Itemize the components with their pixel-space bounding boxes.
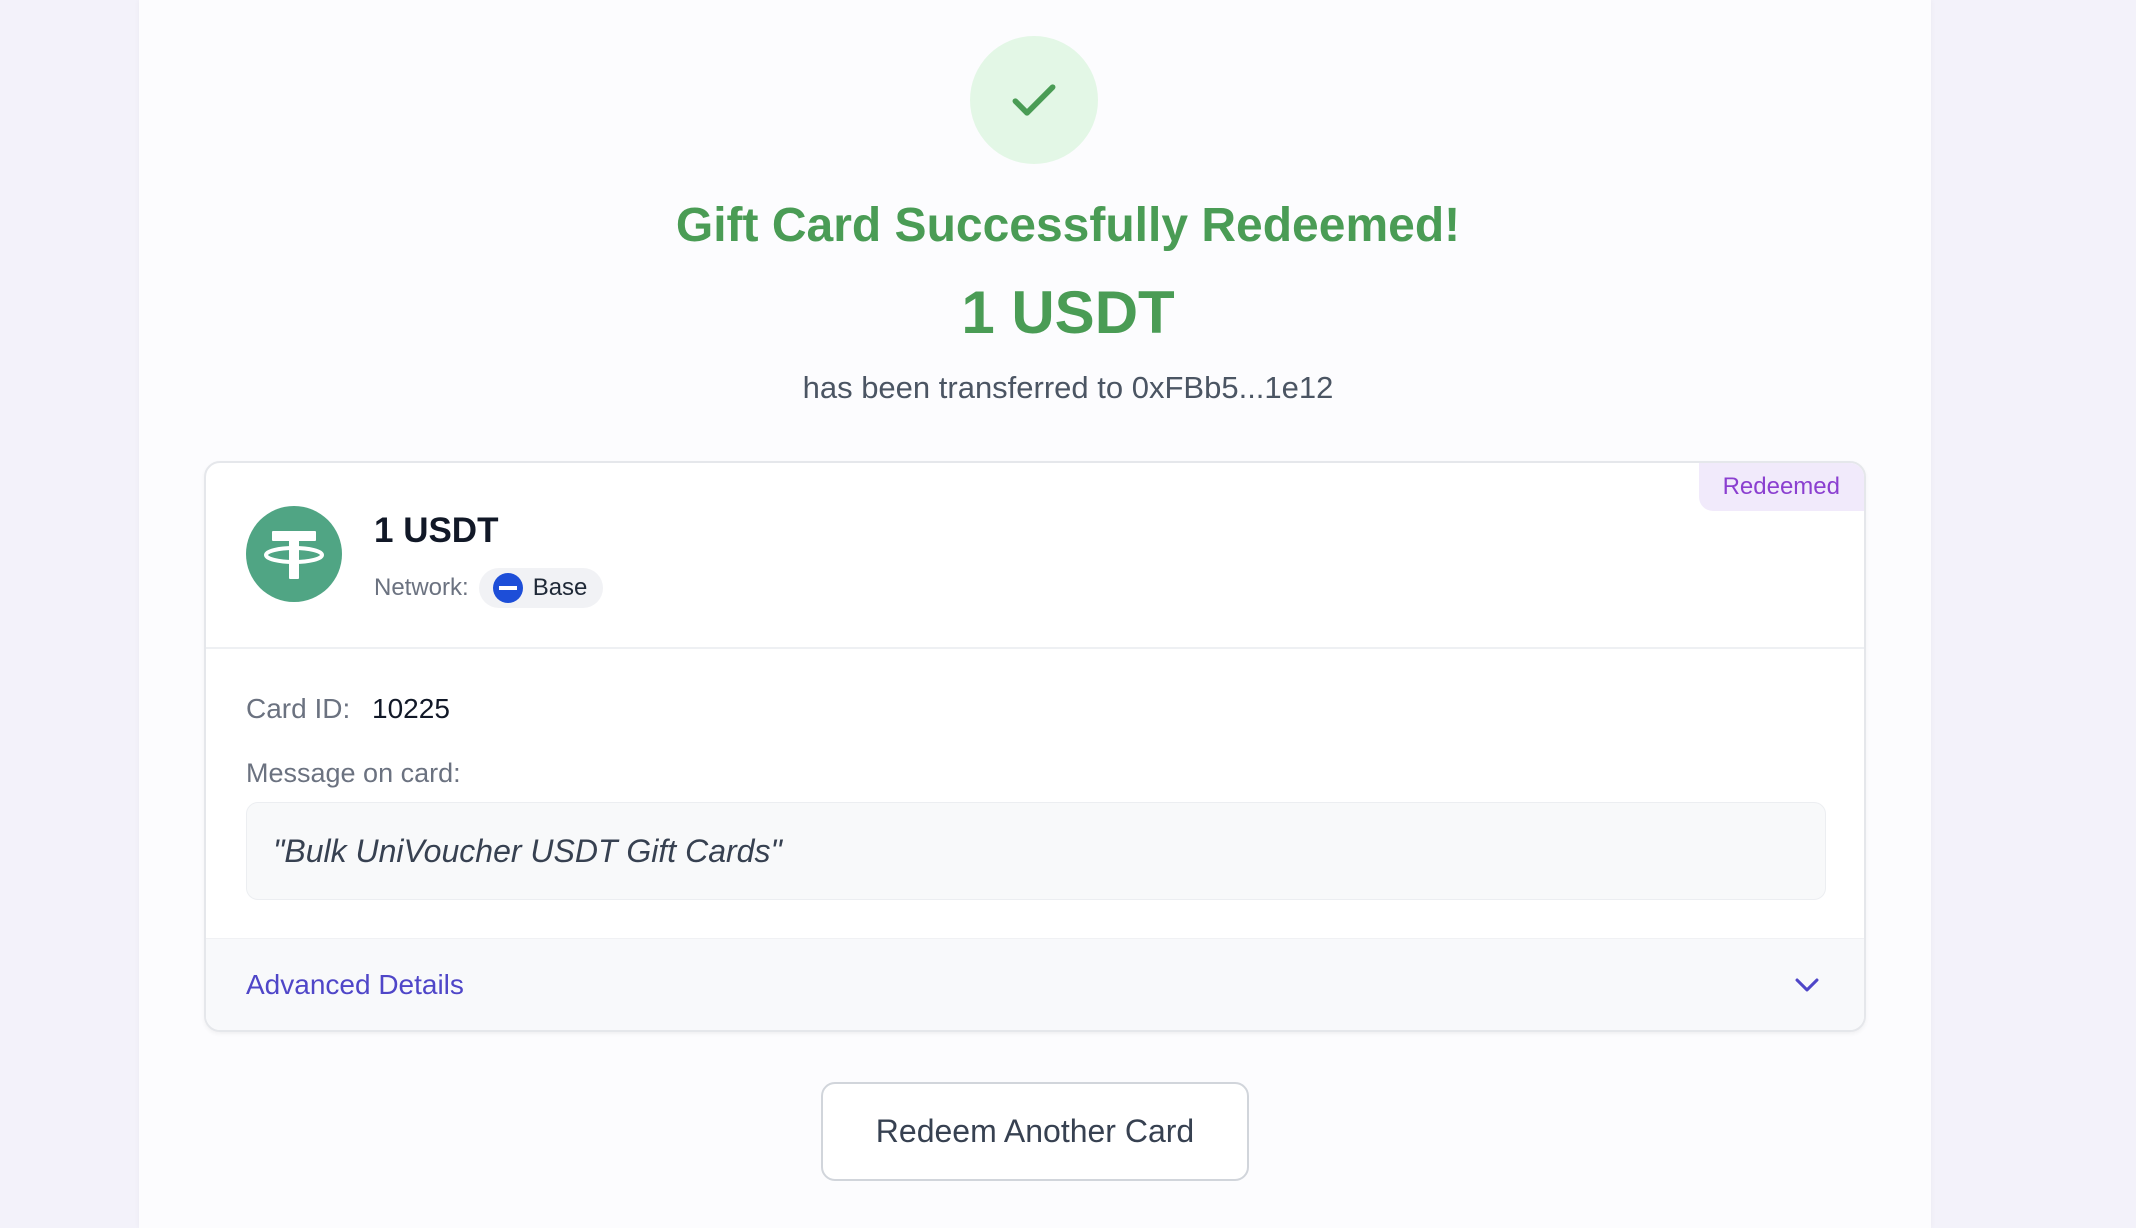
card-id-value: 10225 <box>372 693 450 724</box>
transfer-description: has been transferred to 0xFBb5...1e12 <box>802 370 1334 405</box>
success-title: Gift Card Successfully Redeemed! <box>675 199 1461 252</box>
network-label: Network: <box>374 574 469 601</box>
card-header: 1 USDT Network: Base <box>206 463 1864 649</box>
checkmark-icon <box>1012 84 1056 116</box>
network-name: Base <box>532 574 588 601</box>
base-network-icon <box>492 573 523 603</box>
gift-card-details: 1 USDT Network: Base Redeemed Card ID: 1… <box>204 461 1866 1032</box>
redeemed-status-badge: Redeemed <box>1698 463 1864 511</box>
message-label: Message on card: <box>246 758 461 788</box>
tether-logo-glyph <box>264 531 324 579</box>
card-id-label: Card ID: <box>246 693 351 724</box>
advanced-details-toggle[interactable]: Advanced Details <box>206 938 1864 1030</box>
chevron-down-icon <box>1795 977 1819 992</box>
card-id-row: Card ID: 10225 <box>246 693 450 725</box>
success-checkmark-badge <box>970 36 1098 164</box>
token-amount: 1 USDT <box>374 511 499 550</box>
redeemed-amount: 1 USDT <box>961 279 1175 346</box>
tether-icon <box>246 506 342 602</box>
network-row: Network: Base <box>374 568 604 608</box>
redeem-another-card-button[interactable]: Redeem Another Card <box>821 1082 1249 1181</box>
advanced-details-label: Advanced Details <box>246 968 464 1000</box>
network-badge: Base <box>478 568 604 608</box>
card-message: "Bulk UniVoucher USDT Gift Cards" <box>246 802 1826 900</box>
